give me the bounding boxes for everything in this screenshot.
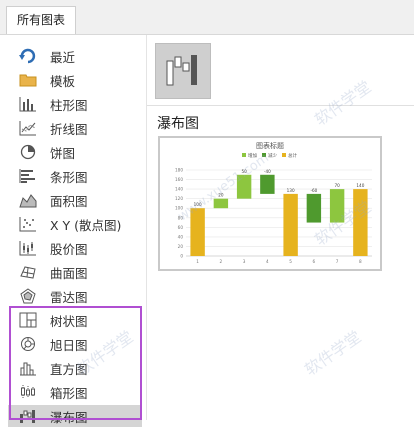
sidebar-item-label: 雷达图: [50, 289, 88, 305]
recent-arrow-icon: [18, 47, 38, 65]
sidebar-item-bar[interactable]: 条形图: [8, 165, 142, 187]
radar-chart-icon: [18, 287, 38, 305]
waterfall-bar: [260, 174, 275, 194]
waterfall-bar: [236, 174, 252, 199]
line-chart-icon: [18, 119, 38, 137]
sidebar-item-scatter[interactable]: X Y (散点图): [8, 213, 142, 235]
data-label: 140: [356, 183, 364, 188]
sidebar-item-label: 饼图: [50, 145, 76, 161]
sidebar-item-label: 柱形图: [50, 97, 88, 113]
y-tick-label: 100: [175, 206, 183, 211]
x-tick-label: 2: [220, 259, 223, 264]
waterfall-chart: 图表标题增加 减少 总计020406080100120140160180100120…: [175, 141, 372, 264]
waterfall-bar: [213, 198, 229, 209]
data-label: 50: [241, 169, 247, 174]
sidebar-item-stock[interactable]: 股价图: [8, 237, 142, 259]
selection-highlight-box: [9, 306, 142, 420]
data-label: -60: [310, 188, 317, 193]
y-tick-label: 0: [180, 254, 183, 259]
sidebar-item-label: X Y (散点图): [50, 217, 122, 233]
chart-type-title: 瀑布图: [157, 116, 199, 132]
x-tick-label: 1: [196, 259, 199, 264]
surface-chart-icon: [18, 263, 38, 281]
legend-label: 总计: [288, 152, 297, 159]
legend-swatch: [282, 153, 286, 157]
y-tick-label: 20: [178, 244, 184, 249]
waterfall-bar: [283, 193, 298, 256]
y-tick-label: 180: [175, 168, 183, 173]
sidebar-item-pie[interactable]: 饼图: [8, 141, 142, 163]
column-chart-icon: [18, 95, 38, 113]
sidebar-item-surface[interactable]: 曲面图: [8, 261, 142, 283]
folder-icon: [18, 71, 38, 89]
stock-chart-icon: [18, 239, 38, 257]
sidebar-item-line[interactable]: 折线图: [8, 117, 142, 139]
area-chart-icon: [18, 191, 38, 209]
y-tick-label: 80: [178, 215, 184, 220]
tab-bar: 所有图表: [0, 0, 414, 35]
legend-label: 增加: [248, 152, 257, 159]
legend-swatch: [262, 153, 266, 157]
chart-preview-pane: 瀑布图 图表标题 增加 减少 总计 0 20 40 60 80 100 120 140 160 180 10…: [147, 35, 414, 420]
sidebar-item-label: 曲面图: [50, 265, 88, 281]
data-label: -40: [264, 169, 271, 174]
pie-chart-icon: [18, 143, 38, 161]
y-tick-label: 60: [178, 225, 184, 230]
sidebar-item-label: 模板: [50, 73, 76, 89]
x-tick-label: 6: [313, 259, 316, 264]
sidebar-item-label: 折线图: [50, 121, 88, 137]
waterfall-subtype-thumbnail[interactable]: [155, 43, 211, 99]
chart-title: 图表标题: [256, 141, 284, 150]
waterfall-bar: [190, 208, 205, 256]
bar-chart-icon: [18, 167, 38, 185]
sidebar-item-templates[interactable]: 模板: [8, 69, 142, 91]
x-tick-label: 4: [266, 259, 269, 264]
data-label: 130: [287, 188, 295, 193]
x-tick-label: 5: [289, 259, 292, 264]
waterfall-icon: [166, 55, 197, 86]
data-label: 20: [218, 193, 224, 198]
waterfall-bar: [329, 189, 345, 223]
sidebar-item-radar[interactable]: 雷达图: [8, 285, 142, 307]
sidebar-item-label: 股价图: [50, 241, 88, 257]
sidebar-item-area[interactable]: 面积图: [8, 189, 142, 211]
tab-all-charts[interactable]: 所有图表: [6, 6, 76, 34]
x-tick-label: 8: [359, 259, 362, 264]
waterfall-bar: [353, 189, 368, 256]
scatter-chart-icon: [18, 215, 38, 233]
legend-label: 减少: [268, 152, 277, 159]
legend-swatch: [242, 153, 246, 157]
y-tick-label: 120: [175, 196, 183, 201]
x-tick-label: 3: [243, 259, 246, 264]
data-label: 100: [194, 202, 202, 207]
y-tick-label: 140: [175, 187, 183, 192]
data-label: 70: [334, 183, 340, 188]
sidebar-item-recent[interactable]: 最近: [8, 45, 142, 67]
sidebar-item-label: 面积图: [50, 193, 88, 209]
x-tick-label: 7: [336, 259, 339, 264]
sidebar-item-label: 条形图: [50, 169, 88, 185]
sidebar-item-label: 最近: [50, 49, 76, 65]
y-tick-label: 40: [178, 234, 184, 239]
chart-preview[interactable]: 图表标题 增加 减少 总计 0 20 40 60 80 100 120 140 160 180 100 1 20…: [158, 136, 382, 271]
waterfall-bar: [306, 193, 322, 223]
sidebar-item-column[interactable]: 柱形图: [8, 93, 142, 115]
y-tick-label: 160: [175, 177, 183, 182]
divider: [147, 105, 414, 106]
